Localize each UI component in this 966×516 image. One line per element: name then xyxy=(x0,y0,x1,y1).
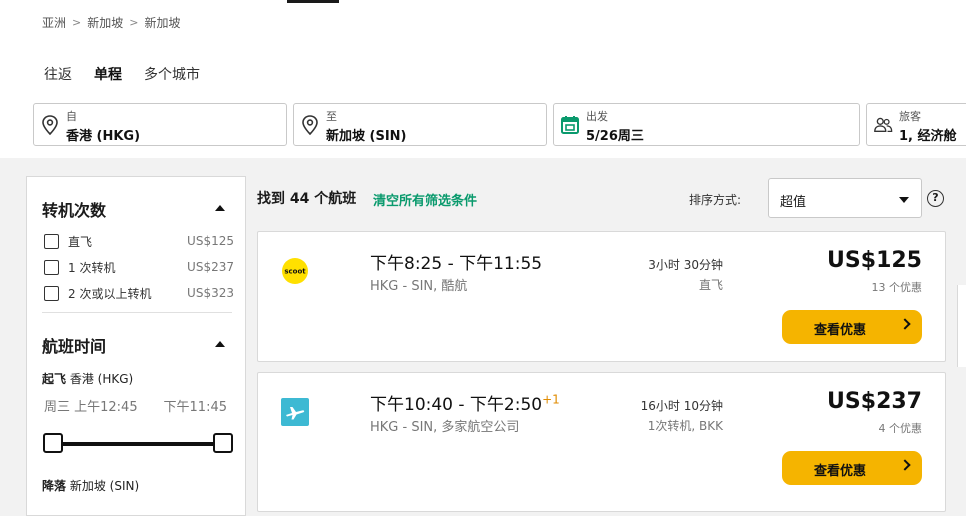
view-deals-label: 查看优惠 xyxy=(814,464,867,479)
flight-price: US$125 xyxy=(827,248,922,273)
takeoff-slider-max-handle[interactable] xyxy=(213,433,233,453)
flight-duration: 3小时 30分钟 xyxy=(648,258,723,272)
depart-date-field[interactable]: 出发 5/26周三 xyxy=(553,103,860,146)
tab-round-trip[interactable]: 往返 xyxy=(44,64,72,88)
scoot-logo-text: scoot xyxy=(284,268,306,276)
filter-sidebar: 转机次数 直飞 US$125 1 次转机 US$237 2 次或以上转机 US$… xyxy=(26,176,246,516)
view-deals-label: 查看优惠 xyxy=(814,323,867,338)
travelers-value: 1, 经济舱 xyxy=(899,129,957,144)
takeoff-slider-min-handle[interactable] xyxy=(43,433,63,453)
location-pin-icon xyxy=(302,115,318,136)
search-header: 亚洲 > 新加坡 > 新加坡 往返 单程 多个城市 自 香港 (HKG) 至 新… xyxy=(0,0,966,158)
help-icon[interactable]: ? xyxy=(927,190,944,207)
checkbox-one-stop[interactable] xyxy=(44,259,59,275)
flight-times: 下午8:25 - 下午11:55 xyxy=(370,249,542,274)
chevron-right-icon xyxy=(899,318,911,330)
chevron-down-icon xyxy=(899,197,909,203)
stops-option-label: 1 次转机 xyxy=(68,260,116,275)
breadcrumb-item-region[interactable]: 亚洲 xyxy=(42,14,66,31)
flight-route: HKG - SIN, 酷航 xyxy=(370,279,468,294)
takeoff-place: 香港 (HKG) xyxy=(69,372,134,386)
travelers-field[interactable]: 旅客 1, 经济舱 xyxy=(866,103,966,146)
chevron-right-icon xyxy=(899,459,911,471)
sort-select[interactable]: 超值 xyxy=(768,178,922,218)
stops-option-nonstop[interactable]: 直飞 US$125 xyxy=(44,232,234,250)
flight-times: 下午10:40 - 下午2:50+1 xyxy=(370,390,560,415)
origin-field[interactable]: 自 香港 (HKG) xyxy=(33,103,287,146)
depart-label: 出发 xyxy=(586,110,608,123)
flight-price: US$237 xyxy=(827,389,922,414)
origin-value: 香港 (HKG) xyxy=(66,129,141,144)
landing-heading: 降落 新加坡 (SIN) xyxy=(42,477,139,494)
destination-value: 新加坡 (SIN) xyxy=(326,129,407,144)
sort-label: 排序方式: xyxy=(689,193,742,207)
breadcrumb: 亚洲 > 新加坡 > 新加坡 xyxy=(42,14,180,31)
landing-label: 降落 xyxy=(42,479,67,493)
collapse-stops-icon[interactable] xyxy=(215,205,225,211)
trip-type-tabs: 往返 单程 多个城市 xyxy=(44,64,200,88)
scoot-logo: scoot xyxy=(282,258,308,284)
side-panel-edge xyxy=(957,285,966,367)
location-pin-icon xyxy=(42,115,58,136)
origin-label: 自 xyxy=(66,110,77,123)
checkbox-two-plus[interactable] xyxy=(44,285,59,301)
flight-stops: 直飞 xyxy=(698,278,723,292)
nav-active-indicator xyxy=(287,0,339,3)
flight-times-text: 下午8:25 - 下午11:55 xyxy=(370,254,543,274)
sort-value: 超值 xyxy=(780,195,807,210)
view-deals-button[interactable]: 查看优惠 xyxy=(782,310,922,344)
results-count: 找到 44 个航班 xyxy=(257,191,357,207)
takeoff-range-start: 周三 上午12:45 xyxy=(44,400,138,415)
flight-deal-count: 13 个优惠 xyxy=(871,281,923,294)
chevron-right-icon: > xyxy=(72,16,82,29)
destination-label: 至 xyxy=(326,110,337,123)
stops-option-price: US$323 xyxy=(187,286,234,300)
stops-option-label: 直飞 xyxy=(68,234,93,249)
breadcrumb-item-country[interactable]: 新加坡 xyxy=(87,14,123,31)
stops-option-price: US$237 xyxy=(187,260,234,274)
checkbox-nonstop[interactable] xyxy=(44,233,59,249)
takeoff-slider-track[interactable] xyxy=(53,442,223,446)
clear-filters-link[interactable]: 清空所有筛选条件 xyxy=(373,190,477,209)
flight-card[interactable]: scoot 下午8:25 - 下午11:55 HKG - SIN, 酷航 3小时… xyxy=(257,231,946,362)
tab-multi-city[interactable]: 多个城市 xyxy=(144,64,200,88)
stops-option-two-plus[interactable]: 2 次或以上转机 US$323 xyxy=(44,284,234,302)
flight-route: HKG - SIN, 多家航空公司 xyxy=(370,420,520,435)
view-deals-button[interactable]: 查看优惠 xyxy=(782,451,922,485)
flight-duration: 16小时 10分钟 xyxy=(640,399,723,413)
takeoff-label: 起飞 xyxy=(42,372,67,386)
flight-stops: 1次转机, BKK xyxy=(647,419,723,433)
chevron-right-icon: > xyxy=(129,16,139,29)
breadcrumb-item-city: 新加坡 xyxy=(144,16,181,30)
stops-option-label: 2 次或以上转机 xyxy=(68,286,152,301)
stops-filter-title[interactable]: 转机次数 xyxy=(42,197,106,221)
travelers-icon xyxy=(874,117,893,133)
plus-day: +1 xyxy=(542,392,560,407)
depart-value: 5/26周三 xyxy=(586,129,644,144)
flight-card[interactable]: 下午10:40 - 下午2:50+1 HKG - SIN, 多家航空公司 16小… xyxy=(257,372,946,512)
time-filter-title[interactable]: 航班时间 xyxy=(42,333,106,357)
flight-deal-count: 4 个优惠 xyxy=(878,422,923,435)
destination-field[interactable]: 至 新加坡 (SIN) xyxy=(293,103,547,146)
travelers-label: 旅客 xyxy=(899,110,921,123)
takeoff-heading: 起飞 香港 (HKG) xyxy=(42,370,133,387)
landing-place: 新加坡 (SIN) xyxy=(69,479,140,493)
multi-airline-plane-icon xyxy=(281,398,309,426)
stops-option-price: US$125 xyxy=(187,234,234,248)
divider xyxy=(42,312,232,313)
collapse-time-icon[interactable] xyxy=(215,341,225,347)
tab-one-way[interactable]: 单程 xyxy=(94,64,122,88)
flight-times-text: 下午10:40 - 下午2:50 xyxy=(370,395,543,415)
stops-option-one-stop[interactable]: 1 次转机 US$237 xyxy=(44,258,234,276)
calendar-icon xyxy=(561,116,579,134)
takeoff-range-end: 下午11:45 xyxy=(163,400,227,415)
